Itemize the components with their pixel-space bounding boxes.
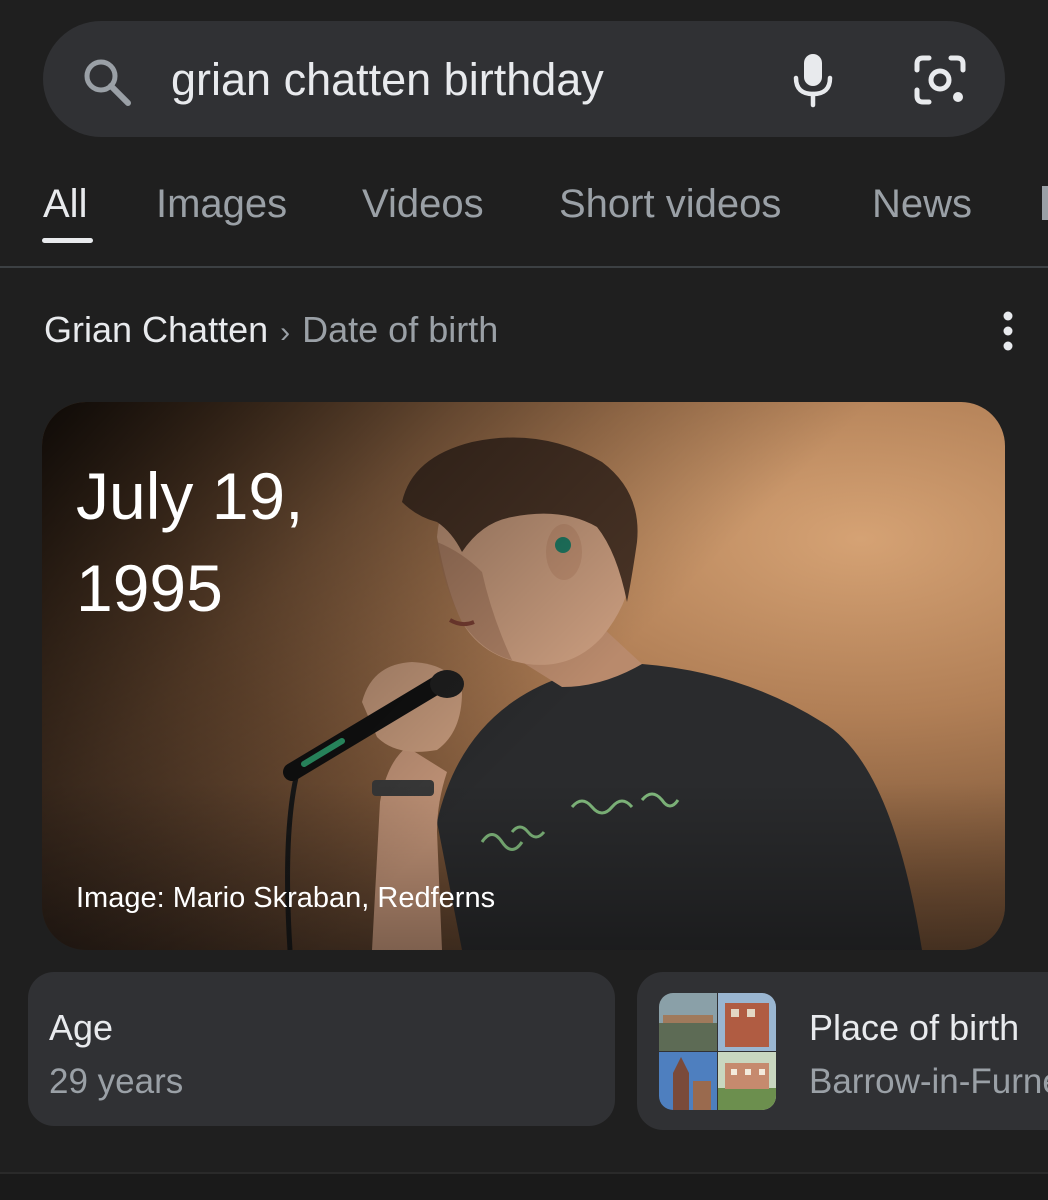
tabs-divider (0, 266, 1048, 268)
search-icon[interactable] (80, 55, 134, 109)
tab-videos[interactable]: Videos (362, 180, 484, 228)
tab-images[interactable]: Images (156, 180, 287, 228)
breadcrumb-entity[interactable]: Grian Chatten (44, 309, 268, 350)
tab-overflow-partial[interactable] (1042, 186, 1048, 220)
answer-card[interactable]: July 19, 1995 Image: Mario Skraban, Redf… (42, 402, 1005, 950)
age-card[interactable]: Age 29 years (28, 972, 615, 1126)
more-vertical-icon[interactable] (996, 310, 1020, 352)
active-tab-indicator (42, 238, 93, 243)
search-tabs: All Images Videos Short videos News (0, 170, 1048, 266)
age-card-title: Age (49, 1007, 114, 1048)
bottom-divider (0, 1172, 1048, 1174)
breadcrumb-attribute: Date of birth (302, 309, 499, 350)
place-of-birth-card[interactable]: Place of birth Barrow-in-Furness (637, 972, 1048, 1130)
birth-date: July 19, 1995 (76, 450, 396, 634)
image-credit: Image: Mario Skraban, Redferns (76, 882, 496, 914)
hero-bottom-overlay (42, 782, 1005, 950)
bottom-band (0, 1172, 1048, 1200)
microphone-icon[interactable] (790, 52, 836, 108)
camera-lens-icon[interactable] (913, 54, 967, 106)
breadcrumb-separator: › (280, 316, 291, 349)
age-card-value: 29 years (49, 1062, 184, 1101)
tab-news[interactable]: News (872, 180, 972, 228)
tab-all[interactable]: All (43, 180, 87, 228)
search-results-page: grian chatten birthday All Images Videos… (0, 0, 1048, 1200)
tab-short-videos[interactable]: Short videos (559, 180, 781, 228)
birth-date-line1: July 19, (76, 459, 304, 533)
place-card-value: Barrow-in-Furness (809, 1062, 1048, 1101)
breadcrumb: Grian Chatten › Date of birth (44, 306, 498, 357)
birth-date-line2: 1995 (76, 551, 223, 625)
place-thumbnail (659, 993, 776, 1110)
search-input[interactable]: grian chatten birthday (171, 52, 604, 108)
place-card-title: Place of birth (809, 1007, 1020, 1048)
